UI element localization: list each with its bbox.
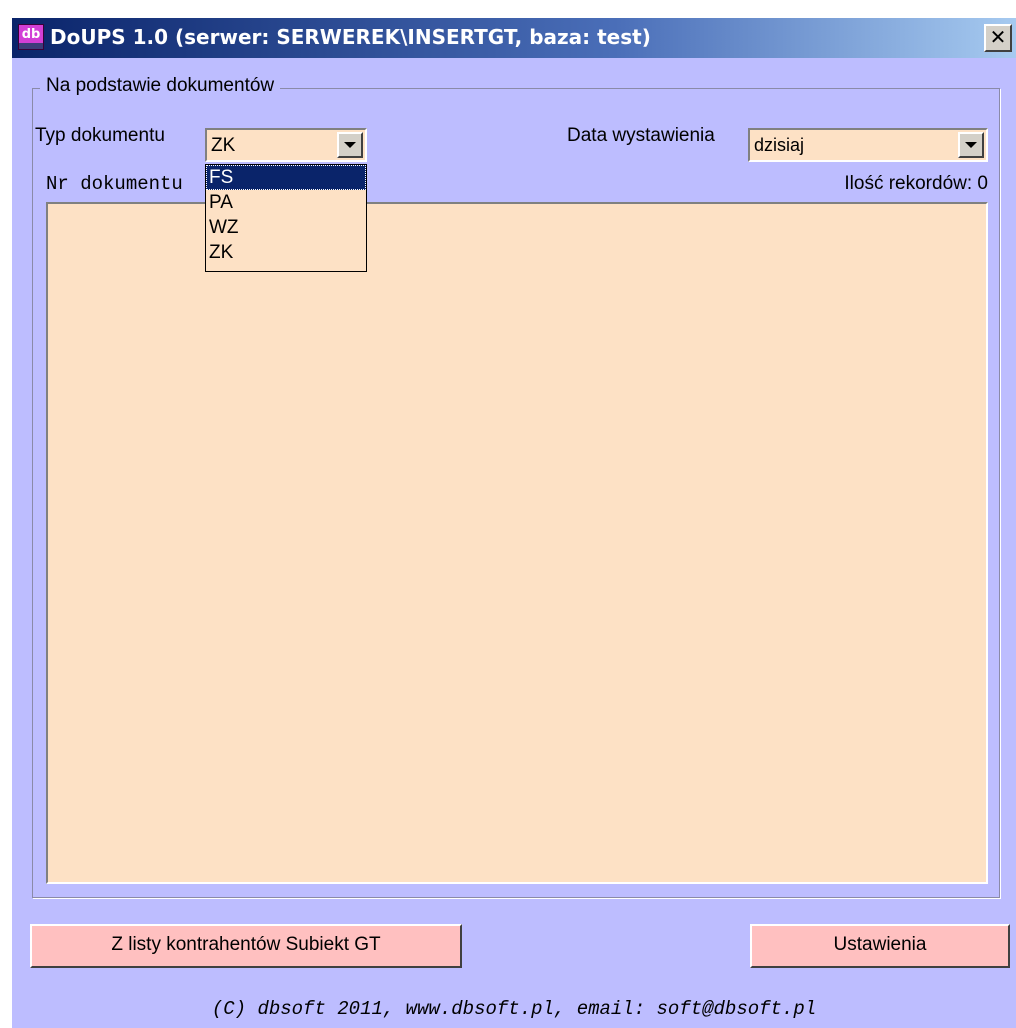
date-combo[interactable]: dzisiaj <box>748 128 988 162</box>
doc-type-option[interactable]: WZ <box>206 215 366 240</box>
date-label: Data wystawienia <box>567 125 715 146</box>
doc-type-dropdown-list: FS PA WZ ZK <box>205 164 367 272</box>
app-logo-text: db <box>21 27 41 42</box>
groupbox-legend: Na podstawie dokumentów <box>40 75 281 97</box>
window-title: DoUPS 1.0 (serwer: SERWEREK\INSERTGT, ba… <box>50 25 651 49</box>
list-header-doc-number: Nr dokumentu <box>46 173 183 195</box>
documents-list[interactable] <box>46 202 988 884</box>
doc-type-value: ZK <box>211 135 236 156</box>
close-button[interactable]: ✕ <box>984 24 1012 52</box>
settings-button[interactable]: Ustawienia <box>750 924 1010 968</box>
footer-copyright: (C) dbsoft 2011, www.dbsoft.pl, email: s… <box>211 998 817 1020</box>
close-icon: ✕ <box>989 25 1007 49</box>
main-window: db DoUPS 1.0 (serwer: SERWEREK\INSERTGT,… <box>12 18 1016 1028</box>
doc-type-label: Typ dokumentu <box>35 125 165 146</box>
title-bar[interactable]: db DoUPS 1.0 (serwer: SERWEREK\INSERTGT,… <box>12 18 1016 58</box>
app-logo-icon: db <box>18 24 44 50</box>
doc-type-option[interactable]: FS <box>206 165 366 190</box>
from-contractors-button[interactable]: Z listy kontrahentów Subiekt GT <box>30 924 462 968</box>
doc-type-option[interactable]: PA <box>206 190 366 215</box>
date-dropdown-button[interactable] <box>958 132 984 158</box>
chevron-down-icon <box>344 142 356 148</box>
doc-type-combo[interactable]: ZK <box>205 128 367 162</box>
chevron-down-icon <box>965 142 977 148</box>
record-count: Ilość rekordów: 0 <box>844 173 988 194</box>
date-value: dzisiaj <box>754 135 805 155</box>
doc-type-option[interactable]: ZK <box>206 240 366 265</box>
doc-type-dropdown-button[interactable] <box>337 132 363 158</box>
